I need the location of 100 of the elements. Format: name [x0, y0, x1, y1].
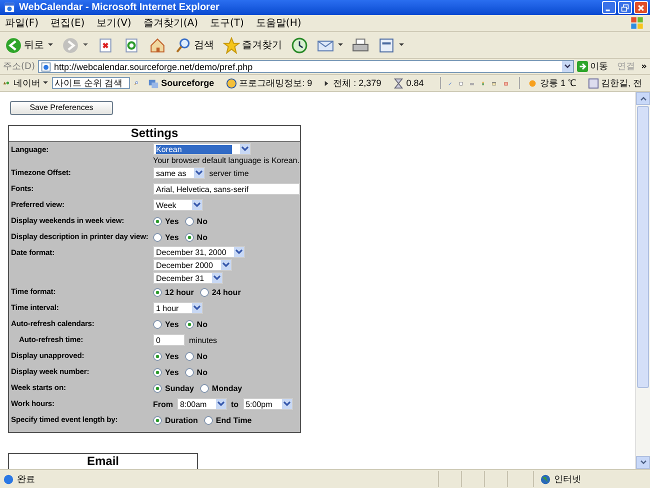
select-field[interactable]: same as [153, 167, 206, 179]
page-icon [3, 474, 14, 484]
select-field[interactable]: 8:00am [177, 398, 227, 410]
select-field[interactable]: Korean [153, 143, 251, 155]
minimize-button[interactable] [602, 1, 616, 14]
favorites-button[interactable]: 즐겨찾기 [221, 34, 284, 56]
menu-item[interactable]: 도움말(H) [256, 16, 302, 30]
radio-option[interactable]: 24 hour [200, 288, 241, 296]
dropdown-arrow-icon [83, 43, 88, 47]
settings-heading: Settings [9, 126, 300, 142]
dropdown-arrow-icon [338, 43, 343, 47]
total-count: 전체 : 2,379 [333, 76, 382, 90]
radio-option[interactable]: Yes [153, 352, 179, 360]
menu-item[interactable]: 편집(E) [50, 16, 85, 30]
window-title: WebCalendar - Microsoft Internet Explorer [19, 2, 220, 13]
radio-option[interactable]: Duration [153, 416, 198, 424]
radio-option[interactable]: Sunday [153, 384, 194, 392]
status-text: 완료 [17, 474, 35, 486]
menu-item[interactable]: 즐겨찾기(A) [143, 16, 198, 30]
triangle-icon [324, 80, 330, 86]
radio-option[interactable]: 12 hour [153, 288, 194, 296]
square-icon [588, 78, 599, 88]
arrow-right-icon [577, 61, 588, 72]
printer-icon [352, 36, 369, 54]
email-heading: Email [9, 454, 197, 469]
radio-option[interactable]: End Time [204, 416, 252, 424]
address-label: 주소(D) [3, 61, 35, 73]
back-button[interactable]: 뒤로 [3, 34, 55, 56]
menu-item[interactable]: 보기(V) [96, 16, 132, 30]
address-field[interactable]: http://webcalendar.sourceforge.net/demo/pref.php [38, 60, 574, 73]
select-field[interactable]: Week [153, 199, 203, 211]
chevron-down-icon[interactable] [640, 460, 646, 465]
select-field[interactable]: December 31, 2000 [153, 246, 246, 258]
browser-icon [4, 2, 15, 13]
windows-stack-icon [148, 78, 160, 88]
dropdown-arrow-icon [399, 43, 404, 47]
search-button[interactable]: 검색 [173, 34, 216, 56]
radio-option[interactable]: Yes [153, 320, 179, 328]
brand-menu-button[interactable]: 네이버 [14, 76, 48, 90]
radio-option[interactable]: Yes [153, 232, 179, 242]
hourglass-icon [393, 78, 404, 88]
timer-reading: 0.84 [406, 78, 424, 88]
clock-icon [291, 36, 308, 54]
fonts-field[interactable]: Arial, Helvetica, sans-serif [153, 183, 300, 195]
close-icon [637, 4, 645, 12]
radio-option[interactable]: No [184, 216, 208, 226]
save-preferences-button[interactable]: Save Preferences [10, 100, 113, 114]
select-field[interactable]: December 2000 [153, 259, 232, 271]
radio-option[interactable]: No [184, 320, 208, 328]
radio-option[interactable]: Monday [200, 384, 242, 392]
select-field[interactable]: 1 hour [153, 302, 203, 314]
dropdown-arrow-icon [42, 81, 48, 85]
vertical-scrollbar[interactable] [635, 92, 650, 469]
select-field[interactable]: December 31 [153, 272, 224, 284]
sun-icon [526, 78, 538, 88]
sourceforge-link[interactable]: Sourceforge [148, 78, 214, 88]
radio-option[interactable]: No [184, 352, 208, 360]
chevron-down-icon [194, 168, 204, 178]
range-label: to [231, 400, 239, 408]
windows-logo-icon [630, 16, 644, 30]
radio-option[interactable]: Yes [153, 368, 179, 376]
radio-option[interactable]: Yes [153, 216, 179, 226]
chevron-down-icon [234, 247, 244, 257]
menu-item[interactable]: 파일(F) [5, 16, 39, 30]
info-link[interactable]: 프로그래밍정보: 9 [226, 76, 312, 90]
house-icon [149, 36, 166, 54]
go-button[interactable]: 이동 [577, 60, 608, 73]
search-icon [175, 36, 192, 54]
search-field[interactable]: 사이트 순위 검색 [52, 77, 130, 89]
hint-text: Your browser default language is Korean. [153, 156, 300, 165]
dropdown-arrow-icon [48, 43, 53, 47]
chevron-down-icon [192, 303, 202, 313]
radio-option[interactable]: No [184, 232, 208, 242]
page-icon [40, 62, 51, 72]
contact-link[interactable]: 김한길, 전 [588, 76, 642, 90]
chevron-down-icon [212, 273, 222, 283]
chevron-down-icon [240, 144, 250, 154]
circle-icon [226, 78, 238, 88]
globe-icon [540, 474, 551, 484]
hint-text: minutes [189, 336, 218, 344]
minutes-field[interactable]: 0 [153, 334, 185, 346]
page-icon [378, 36, 395, 54]
weather-link[interactable]: 강릉 1 ℃ [526, 76, 576, 90]
menu-item[interactable]: 도구(T) [210, 16, 244, 30]
dropdown-button[interactable] [562, 61, 574, 72]
stop-icon [97, 36, 114, 54]
close-button[interactable] [634, 1, 648, 14]
star-icon [223, 36, 240, 54]
refresh-icon [123, 36, 140, 54]
restore-icon [621, 4, 629, 12]
more-button[interactable]: » [641, 62, 647, 72]
select-field[interactable]: 5:00pm [242, 398, 293, 410]
chevron-down-icon [564, 64, 572, 69]
range-label: From [153, 400, 173, 408]
chevron-down-icon [282, 399, 292, 409]
radio-option[interactable]: No [184, 368, 208, 376]
zone-text: 인터넷 [554, 474, 581, 486]
chevron-down-icon [216, 399, 226, 409]
chevron-up-icon[interactable] [640, 96, 646, 101]
restore-button[interactable] [618, 1, 632, 14]
